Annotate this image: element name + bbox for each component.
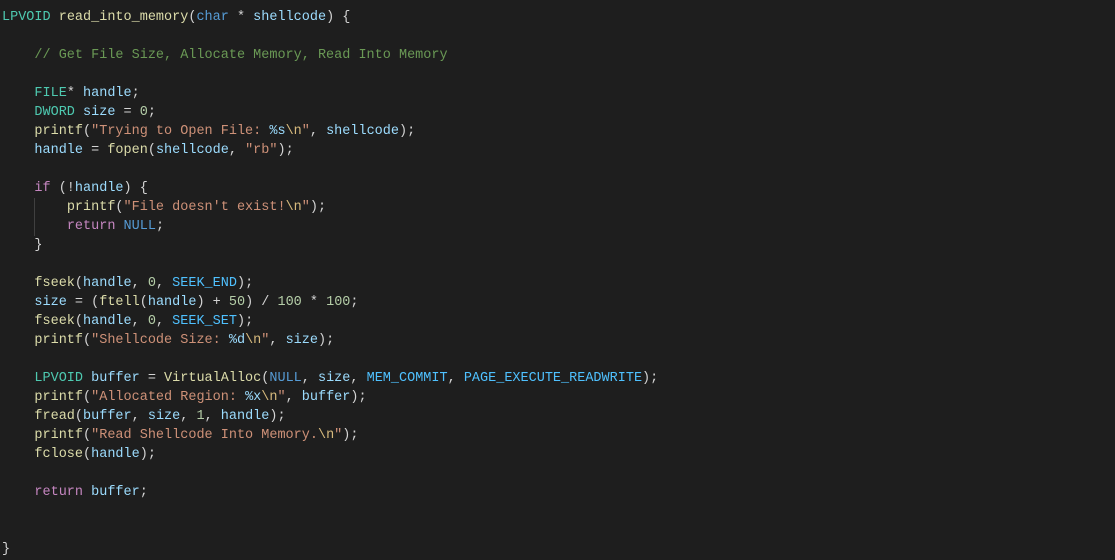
code-line: DWORD size = 0; [2,105,156,120]
code-line: handle = fopen(shellcode, "rb"); [2,143,294,158]
code-line [2,257,10,272]
code-line: return NULL; [2,219,164,234]
code-line: printf("Allocated Region: %x\n", buffer)… [2,390,367,405]
code-line: return buffer; [2,485,148,500]
code-line [2,29,10,44]
code-line: printf("Trying to Open File: %s\n", shel… [2,124,415,139]
code-line: size = (ftell(handle) + 50) / 100 * 100; [2,295,359,310]
code-line: LPVOID read_into_memory(char * shellcode… [2,10,350,25]
code-line: LPVOID buffer = VirtualAlloc(NULL, size,… [2,371,658,386]
code-line: FILE* handle; [2,86,140,101]
code-line: fread(buffer, size, 1, handle); [2,409,286,424]
code-line: printf("Shellcode Size: %d\n", size); [2,333,334,348]
code-line [2,504,10,519]
code-line [2,352,10,367]
code-line: // Get File Size, Allocate Memory, Read … [2,48,448,63]
code-line: } [2,542,10,557]
code-line: if (!handle) { [2,181,148,196]
code-line [2,466,10,481]
code-line: printf("File doesn't exist!\n"); [2,200,326,215]
code-editor-content[interactable]: LPVOID read_into_memory(char * shellcode… [2,8,1115,559]
code-line [2,67,10,82]
code-line: fseek(handle, 0, SEEK_END); [2,276,253,291]
code-line [2,523,10,538]
code-line: printf("Read Shellcode Into Memory.\n"); [2,428,358,443]
code-line [2,162,10,177]
code-line: fclose(handle); [2,447,156,462]
code-line: fseek(handle, 0, SEEK_SET); [2,314,253,329]
code-line: } [2,238,43,253]
